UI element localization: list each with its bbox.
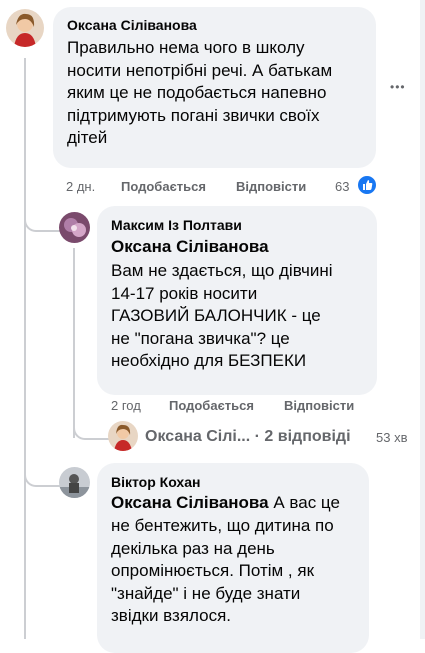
more-options-icon[interactable]: ••• xyxy=(390,80,406,94)
separator: · xyxy=(254,428,260,445)
mention-tag[interactable]: Оксана Сіліванова xyxy=(111,236,269,259)
replies-count: 2 відповіді xyxy=(264,428,351,445)
comment-time[interactable]: 2 дн. xyxy=(66,179,95,194)
avatar[interactable] xyxy=(108,421,138,451)
comment-time[interactable]: 2 год xyxy=(111,398,141,413)
reaction-count[interactable]: 63 xyxy=(335,179,349,194)
thread-line-main xyxy=(24,58,26,639)
view-replies-link[interactable]: Оксана Сілі... · 2 відповіді xyxy=(145,428,351,446)
comment-author[interactable]: Віктор Кохан xyxy=(111,474,200,490)
scrollbar[interactable] xyxy=(420,0,425,639)
replies-time: 53 хв xyxy=(376,430,408,445)
avatar[interactable] xyxy=(59,212,90,243)
like-button[interactable]: Подобається xyxy=(169,398,254,413)
reply-button[interactable]: Відповісти xyxy=(284,398,354,413)
comment-text: не бентежить, що дитина по декілька раз … xyxy=(111,516,334,626)
avatar[interactable] xyxy=(59,467,90,498)
like-reaction-icon[interactable] xyxy=(356,174,378,196)
thread-branch-summary xyxy=(73,400,109,440)
reply-button[interactable]: Відповісти xyxy=(236,179,306,194)
comment-text: Вам не здається, що дівчині 14-17 років … xyxy=(111,261,333,371)
comment-author[interactable]: Максим Із Полтави xyxy=(111,217,242,233)
comment-author[interactable]: Оксана Сіліванова xyxy=(67,17,197,33)
comment-text: Правильно нема чого в школу носити непот… xyxy=(67,38,333,148)
avatar[interactable] xyxy=(6,9,44,47)
replies-author: Оксана Сілі... xyxy=(145,428,251,445)
comment-first-line: Оксана Сіліванова А вас це xyxy=(111,492,340,515)
like-button[interactable]: Подобається xyxy=(121,179,206,194)
comment-text-start: А вас це xyxy=(273,493,340,512)
mention-tag[interactable]: Оксана Сіліванова xyxy=(111,493,269,512)
